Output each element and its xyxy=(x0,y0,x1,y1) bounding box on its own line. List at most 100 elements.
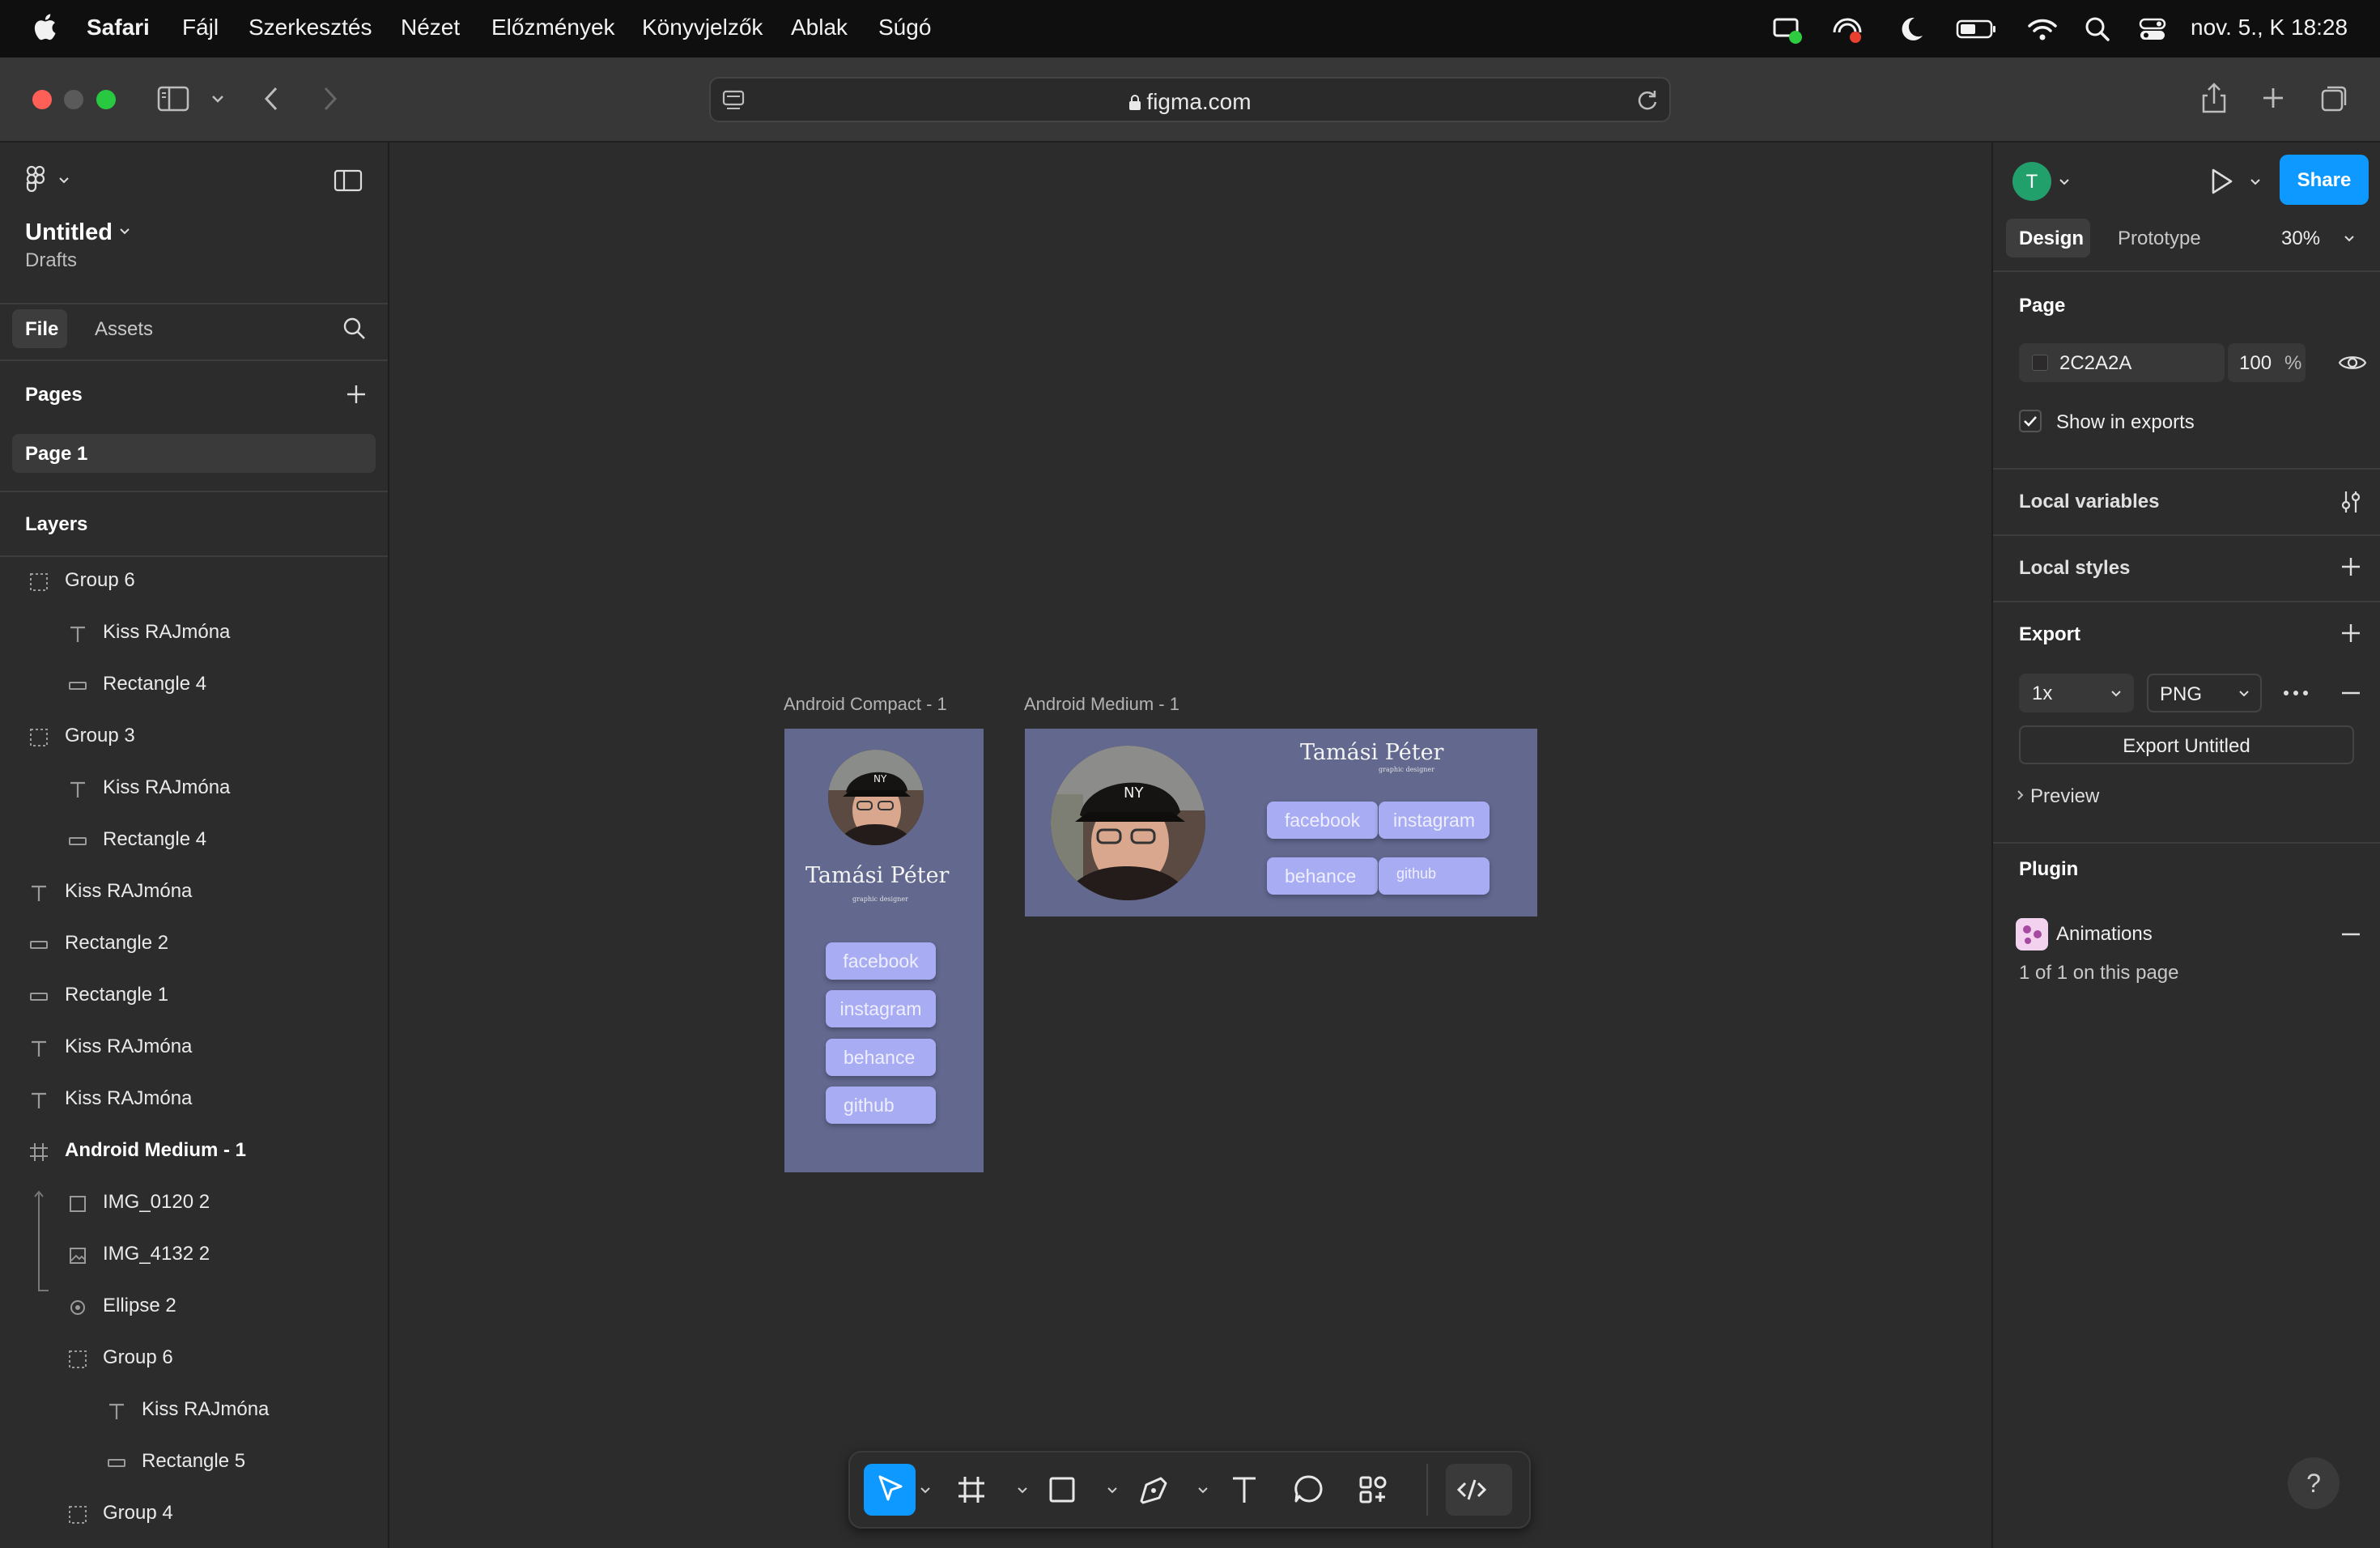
menubar-clock[interactable]: nov. 5., K 18:28 xyxy=(2191,15,2348,40)
chevron-down-icon[interactable] xyxy=(1106,1485,1119,1496)
menu-safari[interactable]: Safari xyxy=(87,15,150,40)
url-display[interactable]: figma.com xyxy=(711,89,1669,115)
menu-history[interactable]: Előzmények xyxy=(491,15,615,40)
wifi-icon[interactable] xyxy=(2026,13,2059,45)
menu-bookmarks[interactable]: Könyvjelzők xyxy=(642,15,763,40)
facebook-button[interactable]: facebook xyxy=(1267,802,1378,839)
github-button[interactable]: github xyxy=(1379,857,1490,895)
sidebar-toggle-icon[interactable] xyxy=(157,85,189,113)
profile-subtitle[interactable]: graphic designer xyxy=(852,895,908,903)
layer-row[interactable]: Rectangle 4 xyxy=(0,815,388,867)
control-center-icon[interactable] xyxy=(2138,13,2167,45)
rectangle-tool-button[interactable] xyxy=(1036,1464,1088,1516)
move-tool-button[interactable] xyxy=(864,1464,916,1516)
tab-design[interactable]: Design xyxy=(2006,219,2090,257)
behance-button[interactable]: behance xyxy=(1267,857,1378,895)
dev-mode-toggle[interactable] xyxy=(1446,1464,1512,1516)
battery-icon[interactable] xyxy=(1956,13,1998,45)
menu-help[interactable]: Súgó xyxy=(878,15,931,40)
tab-prototype[interactable]: Prototype xyxy=(2118,228,2201,250)
chevron-down-icon[interactable] xyxy=(2058,176,2071,188)
menu-file[interactable]: Fájl xyxy=(182,15,219,40)
figma-menu-icon[interactable] xyxy=(26,165,47,194)
variables-sliders-icon[interactable] xyxy=(2340,489,2362,515)
chevron-down-icon[interactable] xyxy=(1016,1485,1029,1496)
layer-row[interactable]: Group 6 xyxy=(0,556,388,608)
text-tool-button[interactable] xyxy=(1218,1464,1270,1516)
zoom-window-button[interactable] xyxy=(96,90,116,109)
profile-name[interactable]: Tamási Péter xyxy=(805,863,949,888)
apple-logo-icon[interactable] xyxy=(32,11,57,42)
profile-name[interactable]: Tamási Péter xyxy=(1300,740,1443,765)
menu-window[interactable]: Ablak xyxy=(791,15,848,40)
behance-button[interactable]: behance xyxy=(826,1039,936,1076)
layer-row[interactable]: Kiss RAJmóna xyxy=(0,867,388,919)
chevron-down-icon[interactable] xyxy=(2343,233,2356,245)
collapse-panel-icon[interactable] xyxy=(334,168,363,193)
export-scale-select[interactable]: 1x xyxy=(2019,674,2134,712)
layer-row[interactable]: Ellipse 2 xyxy=(0,1282,388,1333)
chevron-down-icon[interactable] xyxy=(210,91,225,106)
new-tab-icon[interactable] xyxy=(2260,85,2286,111)
layer-row[interactable]: Kiss RAJmóna xyxy=(0,763,388,815)
help-button[interactable]: ? xyxy=(2288,1457,2340,1509)
close-window-button[interactable] xyxy=(32,90,52,109)
chevron-down-icon[interactable] xyxy=(118,226,131,237)
file-location[interactable]: Drafts xyxy=(25,249,77,272)
instagram-button[interactable]: instagram xyxy=(1379,802,1490,839)
tab-assets[interactable]: Assets xyxy=(95,318,153,341)
animations-plugin-icon[interactable] xyxy=(2016,918,2048,950)
chevron-down-icon[interactable] xyxy=(58,175,70,186)
page-item[interactable]: Page 1 xyxy=(12,434,376,473)
spotlight-search-icon[interactable] xyxy=(2084,13,2111,45)
zoom-level[interactable]: 30% xyxy=(2281,228,2320,250)
layer-row[interactable]: Rectangle 5 xyxy=(0,1437,388,1489)
layer-row[interactable]: Group 6 xyxy=(0,1333,388,1385)
actions-tool-button[interactable] xyxy=(1347,1464,1399,1516)
facebook-button[interactable]: facebook xyxy=(826,942,936,980)
plugin-name[interactable]: Animations xyxy=(2056,923,2153,946)
profile-photo[interactable]: NY xyxy=(1051,746,1205,900)
export-button[interactable]: Export Untitled xyxy=(2019,725,2354,764)
layer-row[interactable]: Android Medium - 1 xyxy=(0,1126,388,1178)
layer-row[interactable]: Group 3 xyxy=(0,712,388,763)
chevron-down-icon[interactable] xyxy=(919,1485,932,1496)
search-icon[interactable] xyxy=(342,316,368,342)
profile-subtitle[interactable]: graphic designer xyxy=(1379,766,1434,773)
file-name[interactable]: Untitled xyxy=(25,219,113,246)
share-button[interactable]: Share xyxy=(2280,155,2369,205)
menu-edit[interactable]: Szerkesztés xyxy=(249,15,372,40)
frame-label[interactable]: Android Medium - 1 xyxy=(1024,694,1179,715)
tab-file[interactable]: File xyxy=(12,309,67,348)
profile-photo[interactable]: NY xyxy=(828,750,924,845)
show-in-exports-checkbox[interactable] xyxy=(2019,410,2042,432)
tab-overview-icon[interactable] xyxy=(2320,83,2349,113)
cast-icon[interactable] xyxy=(1830,13,1865,45)
layer-row[interactable]: IMG_0120 2 xyxy=(0,1178,388,1230)
menu-view[interactable]: Nézet xyxy=(401,15,460,40)
frame-label[interactable]: Android Compact - 1 xyxy=(784,694,947,715)
page-color-field[interactable]: 2C2A2A xyxy=(2019,343,2225,382)
add-export-icon[interactable] xyxy=(2340,622,2362,644)
frame-tool-button[interactable] xyxy=(946,1464,997,1516)
local-variables-title[interactable]: Local variables xyxy=(2019,491,2159,513)
layer-row[interactable]: IMG_4132 2 xyxy=(0,1230,388,1282)
instagram-button[interactable]: instagram xyxy=(826,990,936,1027)
screen-sharing-icon[interactable] xyxy=(1771,13,1804,45)
chevron-down-icon[interactable] xyxy=(2249,176,2262,188)
layer-row[interactable]: Rectangle 2 xyxy=(0,919,388,971)
add-style-icon[interactable] xyxy=(2340,555,2362,578)
reload-icon[interactable] xyxy=(1635,88,1660,113)
android-compact-frame[interactable]: NY Tamási Péter graphic designer faceboo… xyxy=(784,729,984,1172)
chevron-right-icon[interactable] xyxy=(2016,789,2025,802)
add-page-icon[interactable] xyxy=(345,383,368,406)
local-styles-title[interactable]: Local styles xyxy=(2019,557,2130,580)
chevron-down-icon[interactable] xyxy=(1196,1485,1209,1496)
layer-row[interactable]: Kiss RAJmóna xyxy=(0,1074,388,1126)
remove-export-icon[interactable] xyxy=(2340,682,2362,704)
share-page-icon[interactable] xyxy=(2200,81,2228,115)
layer-row[interactable]: Kiss RAJmóna xyxy=(0,1023,388,1074)
forward-icon[interactable] xyxy=(319,85,340,113)
android-medium-frame[interactable]: NY Tamási Péter graphic designer faceboo… xyxy=(1025,729,1537,916)
color-swatch[interactable] xyxy=(2032,355,2048,371)
